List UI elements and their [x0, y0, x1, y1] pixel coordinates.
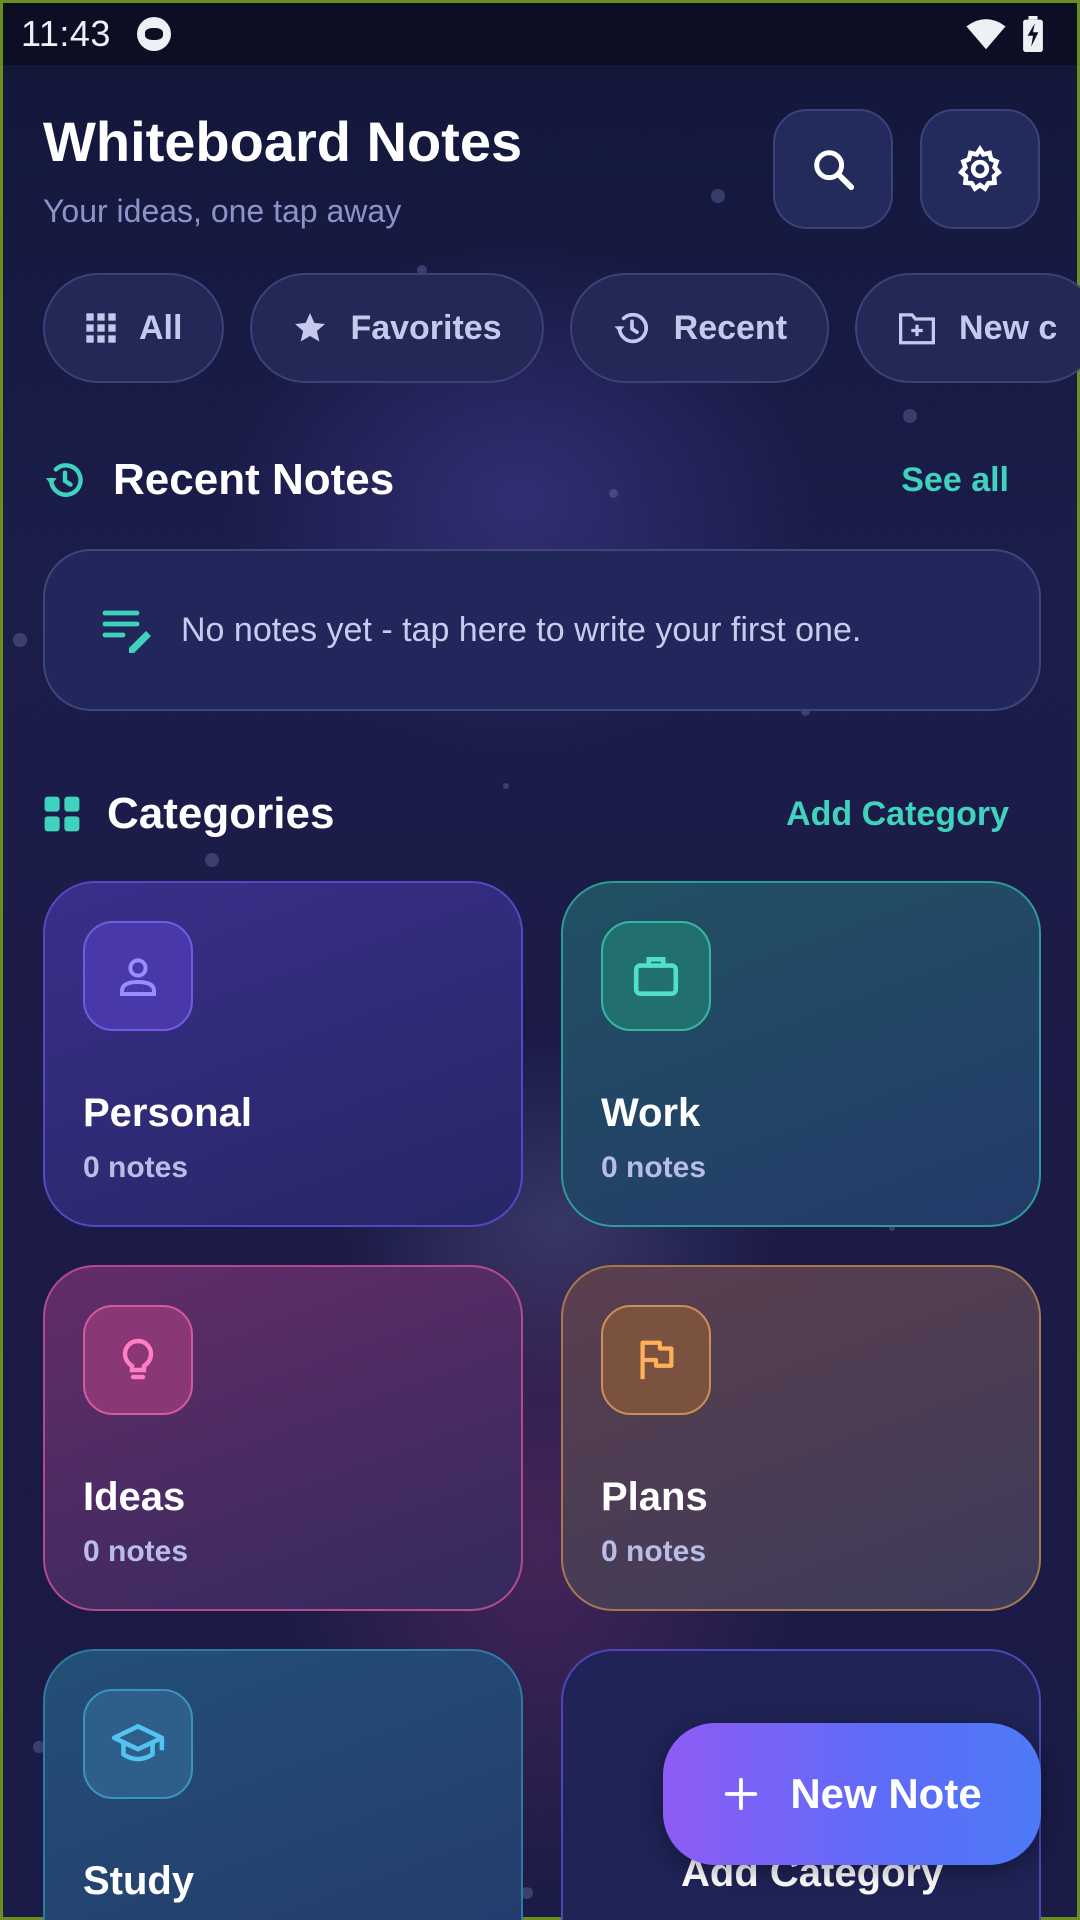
category-name: Personal: [83, 1091, 252, 1135]
category-count: 0 notes: [83, 1151, 189, 1184]
history-icon: [614, 312, 648, 344]
settings-button[interactable]: [920, 109, 1040, 229]
category-card-plans[interactable]: Plans 0 notes: [561, 1265, 1041, 1611]
page-title: Whiteboard Notes: [43, 110, 523, 173]
category-name: Ideas: [83, 1475, 186, 1519]
dashboard-icon: [44, 796, 80, 832]
decor-dot: [711, 189, 725, 203]
status-bar: 11:43: [3, 3, 1077, 65]
category-icon-box: [83, 1305, 193, 1415]
filter-chip-all[interactable]: All: [43, 273, 225, 383]
category-count: 0 notes: [601, 1535, 707, 1568]
decor-dot: [903, 409, 917, 423]
recent-notes-title: Recent Notes: [113, 455, 395, 504]
page-subtitle: Your ideas, one tap away: [43, 193, 402, 229]
filter-chip-label: Recent: [673, 308, 788, 347]
category-icon-box: [601, 921, 711, 1031]
decor-dot: [13, 633, 27, 647]
category-name: Plans: [601, 1475, 708, 1519]
category-card-work[interactable]: Work 0 notes: [561, 881, 1041, 1227]
filter-chip-label: Favorites: [350, 308, 502, 347]
filter-chip-recent[interactable]: Recent: [569, 273, 830, 383]
decor-dot: [503, 783, 509, 789]
filter-chip-new-category[interactable]: New c: [855, 273, 1080, 383]
grid-icon: [86, 313, 116, 343]
category-card-ideas[interactable]: Ideas 0 notes: [43, 1265, 523, 1611]
search-icon: [814, 150, 855, 191]
wifi-icon: [966, 19, 1006, 50]
lightbulb-icon: [122, 1338, 154, 1380]
decor-dot: [609, 489, 618, 498]
category-name: Work: [601, 1091, 701, 1135]
category-icon-box: [83, 1689, 193, 1799]
add-category-link[interactable]: Add Category: [786, 795, 1009, 834]
new-note-label: New Note: [790, 1770, 982, 1817]
category-card-personal[interactable]: Personal 0 notes: [43, 881, 523, 1227]
category-count: 0 notes: [83, 1535, 189, 1568]
graduation-cap-icon: [111, 1724, 165, 1762]
empty-notes-card[interactable]: No notes yet - tap here to write your fi…: [43, 549, 1041, 711]
folder-plus-icon: [899, 313, 936, 345]
history-icon: [45, 463, 83, 497]
briefcase-icon: [633, 957, 679, 996]
person-icon: [120, 958, 156, 996]
app-notification-icon: [136, 17, 171, 51]
recent-notes-header: Recent Notes: [43, 455, 394, 505]
filter-chip-favorites[interactable]: Favorites: [250, 273, 544, 383]
flag-icon: [640, 1340, 674, 1380]
category-card-study[interactable]: Study: [43, 1649, 523, 1920]
battery-charging-icon: [1023, 16, 1043, 52]
decor-dot: [205, 853, 219, 867]
plus-icon: [725, 1777, 758, 1811]
category-icon-box: [601, 1305, 711, 1415]
see-all-link[interactable]: See all: [901, 461, 1009, 500]
edit-note-icon: [102, 610, 151, 653]
gear-icon: [957, 144, 1003, 192]
categories-header: Categories: [43, 789, 334, 839]
filter-chip-label: All: [139, 308, 183, 347]
filter-chips: All Favorites Recent New c: [43, 273, 1080, 383]
empty-notes-text: No notes yet - tap here to write your fi…: [181, 610, 862, 649]
star-icon: [295, 313, 326, 342]
new-note-button[interactable]: New Note: [663, 1723, 1041, 1865]
category-name: Study: [83, 1859, 195, 1903]
filter-chip-label: New c: [959, 308, 1058, 347]
search-button[interactable]: [773, 109, 893, 229]
category-icon-box: [83, 921, 193, 1031]
categories-title: Categories: [107, 789, 335, 838]
status-time: 11:43: [21, 13, 111, 54]
category-count: 0 notes: [601, 1151, 707, 1184]
